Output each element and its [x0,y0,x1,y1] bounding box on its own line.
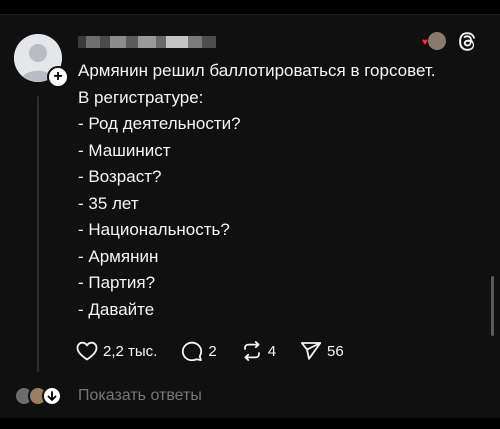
post-line: - Род деятельности? [78,114,241,133]
share-icon [300,342,322,360]
reply-button[interactable]: 2 [181,341,217,361]
post-line: - Армянин [78,246,159,266]
username-blurred[interactable] [78,36,216,48]
comment-icon [182,341,203,361]
liked-by-avatar[interactable]: ♥ [422,32,446,50]
post-actions: 2,2 тыс. 2 4 56 [76,341,368,361]
post-line: - Партия? [78,273,156,292]
repost-count: 4 [267,342,277,360]
post-line: В регистратуре: [78,87,204,107]
post-line: - Национальность? [78,220,230,239]
share-count: 56 [327,342,344,360]
show-replies-link[interactable]: Показать ответы [78,387,202,405]
top-right-controls: ♥ [422,30,478,52]
heart-icon: ♥ [422,37,428,48]
heart-outline-icon [76,341,98,361]
repost-icon [243,341,260,361]
arrow-down-icon [42,386,62,406]
repost-button[interactable]: 4 [241,341,276,361]
post-line: - 35 лет [78,193,139,213]
like-count: 2,2 тыс. [103,342,158,360]
screen: + ♥ Армянин решил баллотироваться в горс… [0,0,500,429]
post-line: - Машинист [78,140,171,160]
reply-count: 2 [208,342,217,360]
post-text: Армянин решил баллотироваться в горсовет… [78,58,488,323]
thread-line [37,96,39,372]
threads-logo-icon[interactable] [456,30,478,52]
follow-plus-icon[interactable]: + [47,66,69,88]
post-line: - Давайте [78,299,155,319]
share-button[interactable]: 56 [300,341,344,361]
post-line: Армянин решил баллотироваться в горсовет… [78,61,436,80]
post-line: - Возраст? [78,167,162,186]
reply-avatars [12,384,68,408]
scrollbar[interactable] [491,276,494,336]
like-button[interactable]: 2,2 тыс. [76,341,157,361]
show-replies-row[interactable]: Показать ответы [12,384,202,408]
